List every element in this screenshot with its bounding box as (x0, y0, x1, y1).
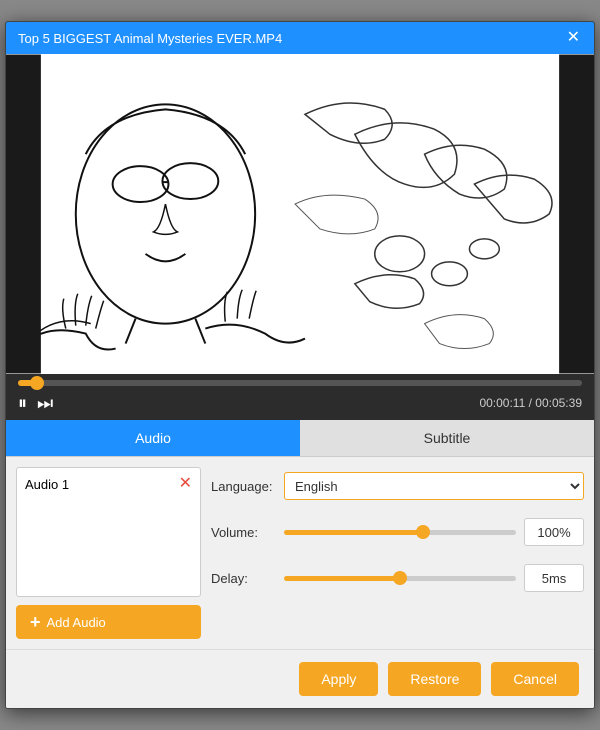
controls-row: ⏸ ⏭ 00:00:11 / 00:05:39 (18, 394, 582, 412)
video-player (6, 54, 594, 374)
delay-thumb[interactable] (393, 571, 407, 585)
cancel-button[interactable]: Cancel (491, 662, 579, 696)
volume-slider-container[interactable] (284, 522, 516, 542)
delay-slider-container[interactable] (284, 568, 516, 588)
tab-audio[interactable]: Audio (6, 420, 300, 456)
audio-tab-content: Audio 1 ✕ + Add Audio Language: English … (6, 457, 594, 649)
video-frame (6, 54, 594, 374)
volume-row: Volume: (211, 518, 584, 546)
ctrl-left: ⏸ ⏭ (18, 394, 53, 412)
delay-label: Delay: (211, 571, 276, 586)
apply-button[interactable]: Apply (299, 662, 378, 696)
audio-left-panel: Audio 1 ✕ + Add Audio (16, 467, 201, 639)
skip-button[interactable]: ⏭ (37, 394, 53, 412)
volume-input[interactable] (524, 518, 584, 546)
volume-track (284, 530, 516, 535)
delay-input[interactable] (524, 564, 584, 592)
language-label: Language: (211, 479, 276, 494)
progress-bar[interactable] (18, 380, 582, 386)
footer-buttons: Apply Restore Cancel (6, 649, 594, 708)
audio-settings: Language: English French Spanish German … (211, 467, 584, 639)
window-title: Top 5 BIGGEST Animal Mysteries EVER.MP4 (18, 31, 282, 46)
video-sketch-svg (6, 54, 594, 374)
language-row: Language: English French Spanish German … (211, 472, 584, 500)
language-select[interactable]: English French Spanish German Chinese (284, 472, 584, 500)
add-audio-button[interactable]: + Add Audio (16, 605, 201, 639)
plus-icon: + (30, 613, 41, 631)
tabs-row: Audio Subtitle (6, 420, 594, 457)
audio-list: Audio 1 ✕ (16, 467, 201, 597)
restore-button[interactable]: Restore (388, 662, 481, 696)
main-window: Top 5 BIGGEST Animal Mysteries EVER.MP4 … (5, 21, 595, 709)
time-display: 00:00:11 / 00:05:39 (479, 396, 582, 410)
delay-row: Delay: (211, 564, 584, 592)
current-time: 00:00:11 (479, 396, 525, 410)
bottom-panel: Audio Subtitle Audio 1 ✕ + Add Audio (6, 420, 594, 708)
add-audio-label: Add Audio (47, 615, 106, 630)
volume-thumb[interactable] (416, 525, 430, 539)
tab-subtitle[interactable]: Subtitle (300, 420, 594, 456)
audio-remove-button[interactable]: ✕ (179, 476, 192, 492)
pause-icon: ⏸ (18, 393, 27, 413)
pause-button[interactable]: ⏸ (18, 394, 27, 412)
skip-icon: ⏭ (37, 393, 53, 413)
delay-track (284, 576, 516, 581)
volume-label: Volume: (211, 525, 276, 540)
title-bar: Top 5 BIGGEST Animal Mysteries EVER.MP4 … (6, 22, 594, 54)
progress-thumb[interactable] (30, 376, 44, 390)
total-time: 00:05:39 (535, 396, 582, 410)
close-button[interactable]: ✕ (565, 30, 582, 46)
playback-controls: ⏸ ⏭ 00:00:11 / 00:05:39 (6, 374, 594, 420)
audio-item-label: Audio 1 (25, 477, 69, 492)
audio-item: Audio 1 ✕ (25, 476, 192, 492)
